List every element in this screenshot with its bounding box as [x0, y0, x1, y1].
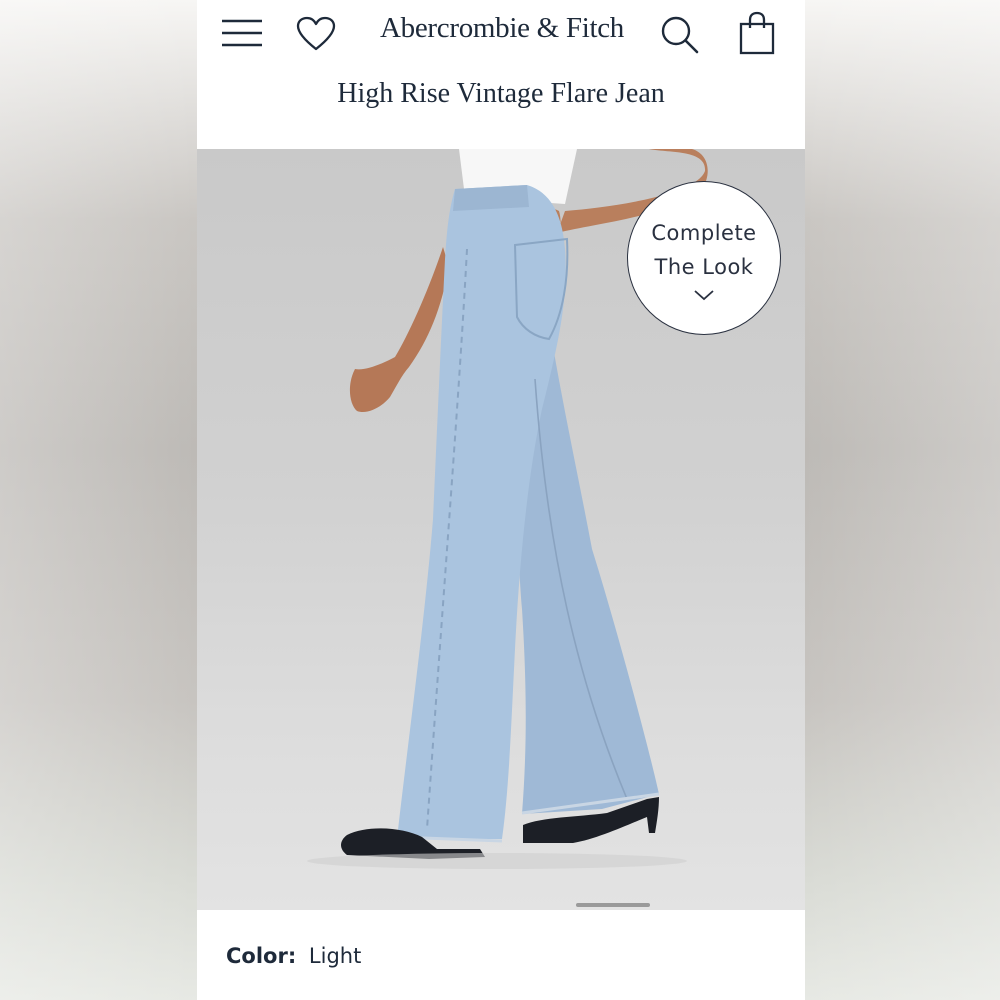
color-value: Light: [308, 944, 362, 968]
menu-icon[interactable]: [221, 14, 263, 52]
shopping-bag-icon[interactable]: [737, 10, 777, 56]
complete-look-line1: Complete: [651, 221, 757, 245]
color-label: Color:: [226, 944, 297, 968]
product-title: High Rise Vintage Flare Jean: [337, 78, 665, 109]
product-photo[interactable]: Complete The Look: [197, 149, 805, 910]
heart-icon[interactable]: [295, 13, 337, 55]
search-icon[interactable]: [659, 14, 701, 56]
complete-the-look-button[interactable]: Complete The Look: [627, 181, 781, 335]
chevron-down-icon: [693, 288, 715, 306]
brand-logo[interactable]: Abercrombie & Fitch: [367, 12, 637, 45]
product-page: Abercrombie & Fitch High Rise Vintage Fl…: [197, 0, 805, 1000]
top-navigation-bar: Abercrombie & Fitch: [197, 0, 805, 68]
image-carousel-indicator[interactable]: [576, 903, 650, 907]
complete-look-line2: The Look: [654, 255, 754, 279]
color-selection-row: Color: Light: [226, 944, 361, 968]
left-blurred-backdrop: [0, 0, 197, 1000]
right-blurred-backdrop: [803, 0, 1000, 1000]
